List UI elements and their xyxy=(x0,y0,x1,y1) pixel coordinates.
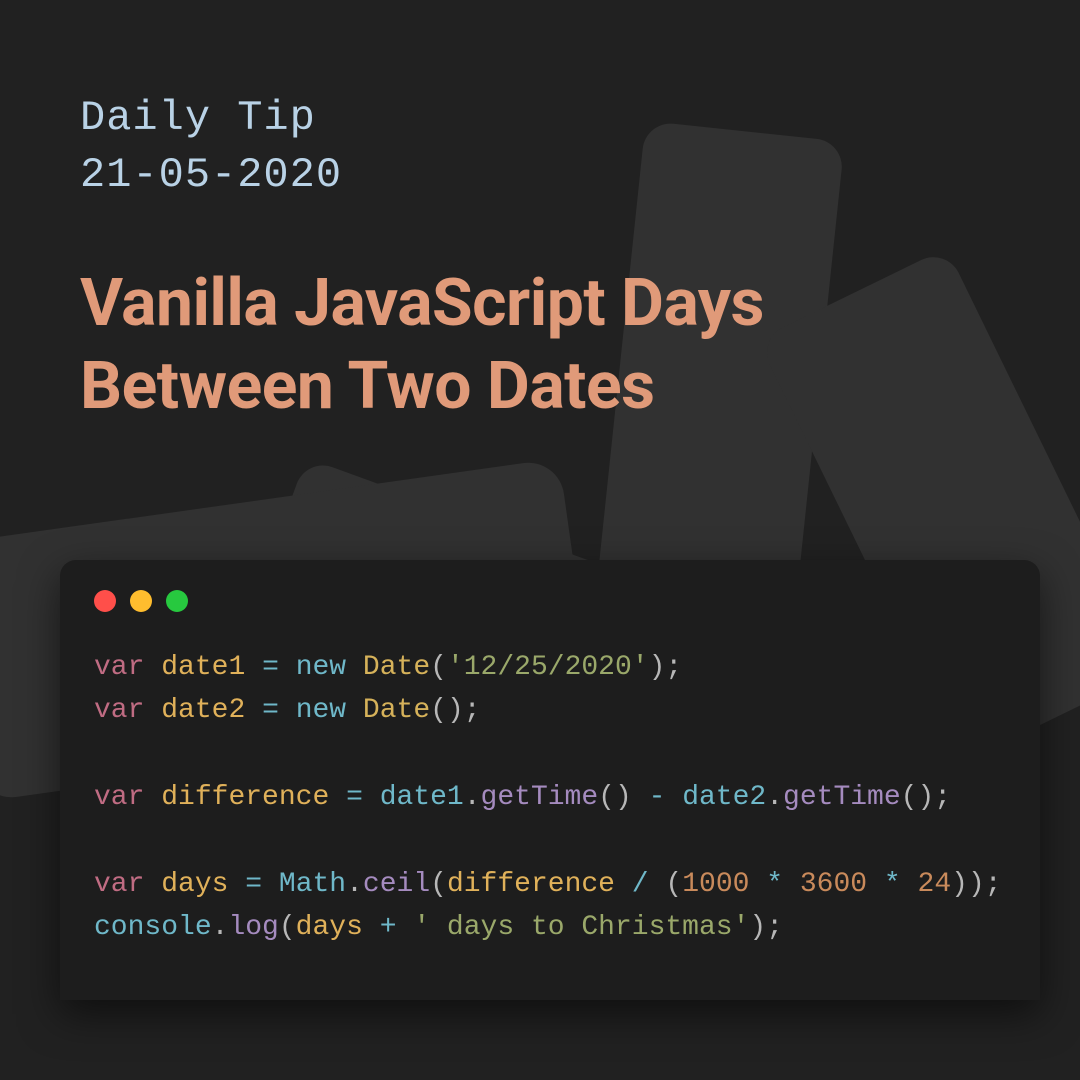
code-token: * xyxy=(884,869,901,900)
code-token xyxy=(363,912,380,943)
code-token xyxy=(749,869,766,900)
code-token: Math xyxy=(279,869,346,900)
code-token: getTime xyxy=(783,782,901,813)
code-token: . xyxy=(346,869,363,900)
code-token xyxy=(245,695,262,726)
code-token: )); xyxy=(951,869,1001,900)
code-token xyxy=(901,869,918,900)
code-token: () xyxy=(598,782,648,813)
code-token xyxy=(329,782,346,813)
code-token: (); xyxy=(430,695,480,726)
eyebrow-date: 21-05-2020 xyxy=(80,151,342,199)
code-token: = xyxy=(346,782,363,813)
code-token: difference xyxy=(447,869,615,900)
code-token xyxy=(228,869,245,900)
code-token: ( xyxy=(649,869,683,900)
code-token xyxy=(346,695,363,726)
code-token: var xyxy=(94,869,144,900)
code-token: days xyxy=(296,912,363,943)
code-token xyxy=(144,695,161,726)
code-token: log xyxy=(228,912,278,943)
code-token xyxy=(665,782,682,813)
code-token xyxy=(279,695,296,726)
page-title: Vanilla JavaScript Days Between Two Date… xyxy=(80,263,1000,428)
code-token: = xyxy=(262,695,279,726)
eyebrow: Daily Tip 21-05-2020 xyxy=(80,90,1000,203)
code-token: difference xyxy=(161,782,329,813)
minimize-icon xyxy=(130,590,152,612)
code-token: getTime xyxy=(481,782,599,813)
code-token: date1 xyxy=(161,652,245,683)
code-token xyxy=(615,869,632,900)
code-token: ceil xyxy=(363,869,430,900)
code-token: days xyxy=(161,869,228,900)
code-token: ( xyxy=(279,912,296,943)
window-traffic-lights xyxy=(94,590,1006,612)
code-token: ' days to Christmas' xyxy=(413,912,749,943)
code-token: 3600 xyxy=(800,869,867,900)
code-token: 1000 xyxy=(682,869,749,900)
code-token xyxy=(144,869,161,900)
code-token: new xyxy=(296,652,346,683)
code-token: date2 xyxy=(161,695,245,726)
code-token: = xyxy=(245,869,262,900)
content: Daily Tip 21-05-2020 Vanilla JavaScript … xyxy=(0,0,1080,428)
code-token: 24 xyxy=(918,869,952,900)
code-token: ); xyxy=(749,912,783,943)
code-token xyxy=(144,652,161,683)
code-token: = xyxy=(262,652,279,683)
maximize-icon xyxy=(166,590,188,612)
code-token xyxy=(346,652,363,683)
close-icon xyxy=(94,590,116,612)
code-token: '12/25/2020' xyxy=(447,652,649,683)
code-token: var xyxy=(94,652,144,683)
code-token: ); xyxy=(649,652,683,683)
code-token: / xyxy=(632,869,649,900)
code-token: ( xyxy=(430,869,447,900)
code-token: new xyxy=(296,695,346,726)
code-window: var date1 = new Date('12/25/2020'); var … xyxy=(60,560,1040,1000)
code-token: (); xyxy=(901,782,951,813)
code-token: date1 xyxy=(380,782,464,813)
code-token: ( xyxy=(430,652,447,683)
eyebrow-label: Daily Tip xyxy=(80,94,316,142)
code-token xyxy=(245,652,262,683)
code-token: * xyxy=(766,869,783,900)
code-token xyxy=(279,652,296,683)
code-token: console xyxy=(94,912,212,943)
code-token: var xyxy=(94,782,144,813)
code-token xyxy=(144,782,161,813)
code-token: var xyxy=(94,695,144,726)
code-token: date2 xyxy=(682,782,766,813)
code-token xyxy=(867,869,884,900)
code-token xyxy=(783,869,800,900)
code-block: var date1 = new Date('12/25/2020'); var … xyxy=(94,646,1006,950)
code-token xyxy=(397,912,414,943)
code-token: Date xyxy=(363,652,430,683)
code-token xyxy=(262,869,279,900)
code-token: + xyxy=(380,912,397,943)
code-token: . xyxy=(766,782,783,813)
code-token: . xyxy=(212,912,229,943)
code-token: . xyxy=(464,782,481,813)
code-token: Date xyxy=(363,695,430,726)
code-token xyxy=(363,782,380,813)
code-token: - xyxy=(649,782,666,813)
